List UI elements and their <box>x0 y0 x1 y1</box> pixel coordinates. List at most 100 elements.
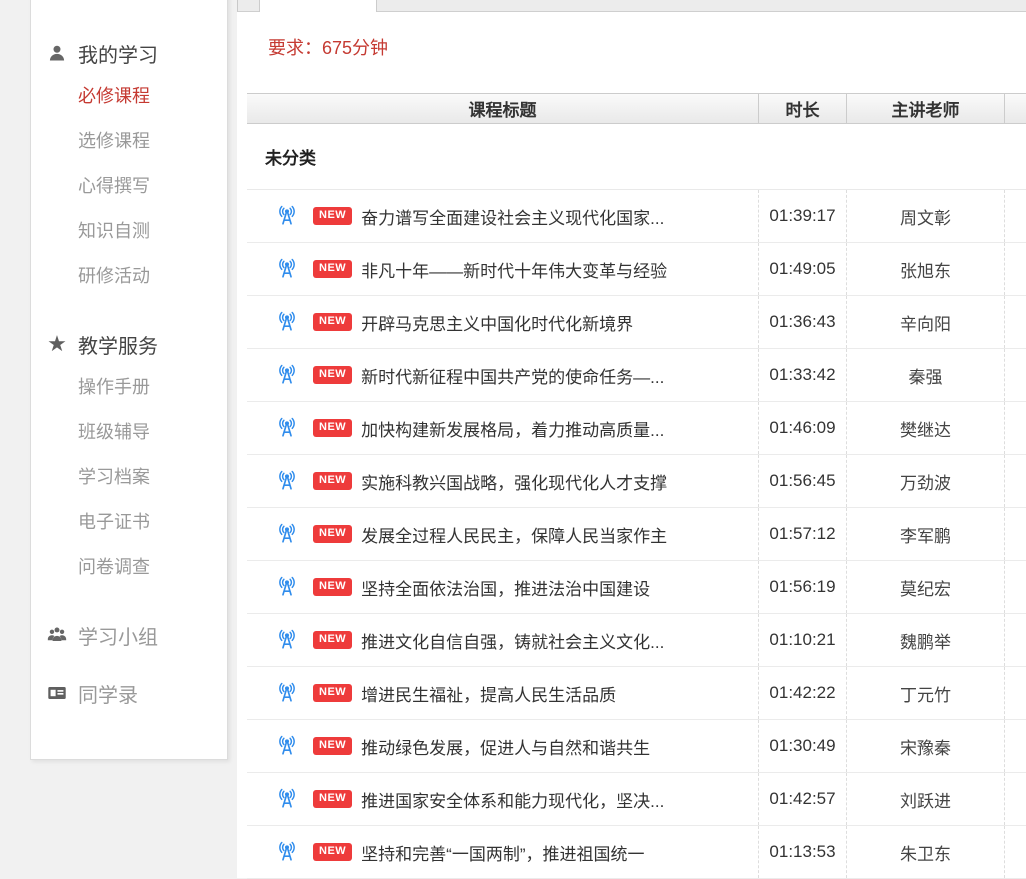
course-title-link[interactable]: 非凡十年——新时代十年伟大变革与经验 <box>361 257 667 282</box>
course-teacher: 万劲波 <box>846 455 1004 507</box>
course-teacher: 朱卫东 <box>846 826 1004 878</box>
course-duration: 01:13:53 <box>758 826 846 878</box>
main-content: 要求：675分钟 课程标题 时长 主讲老师 未分类 NE <box>237 0 1026 878</box>
course-duration: 01:42:57 <box>758 773 846 825</box>
tab-strip <box>237 0 1026 12</box>
course-teacher: 樊继达 <box>846 402 1004 454</box>
new-badge: NEW <box>313 843 352 861</box>
new-badge: NEW <box>313 366 352 384</box>
broadcast-icon <box>276 576 298 598</box>
new-badge: NEW <box>313 313 352 331</box>
course-title-link[interactable]: 坚持全面依法治国，推进法治中国建设 <box>361 575 650 600</box>
table-body: NEW 奋力谱写全面建设社会主义现代化国家... 01:39:17 周文彰 NE… <box>247 190 1026 879</box>
category-row: 未分类 <box>247 124 1026 190</box>
broadcast-icon <box>276 841 298 863</box>
course-title-link[interactable]: 发展全过程人民民主，保障人民当家作主 <box>361 522 667 547</box>
course-teacher: 丁元竹 <box>846 667 1004 719</box>
sidebar-item-study-group[interactable]: 学习小组 <box>31 622 227 648</box>
new-badge: NEW <box>313 684 352 702</box>
course-title-link[interactable]: 实施科教兴国战略，强化现代化人才支撑 <box>361 469 667 494</box>
course-teacher: 莫纪宏 <box>846 561 1004 613</box>
my-learning-items: 必修课程 选修课程 心得撰写 知识自测 研修活动 <box>31 74 227 299</box>
table-header-row: 课程标题 时长 主讲老师 <box>247 93 1026 124</box>
requirement-text: 要求：675分钟 <box>237 12 1026 93</box>
new-badge: NEW <box>313 737 352 755</box>
sidebar-item-manual[interactable]: 操作手册 <box>31 365 227 410</box>
course-title-link[interactable]: 推进文化自信自强，铸就社会主义文化... <box>361 628 664 653</box>
broadcast-icon <box>276 364 298 386</box>
new-badge: NEW <box>313 260 352 278</box>
sidebar-item-classmates[interactable]: 同学录 <box>31 680 227 706</box>
sidebar-section-teaching-services: ★ 教学服务 <box>31 331 227 357</box>
new-badge: NEW <box>313 578 352 596</box>
sidebar-item-knowledge-selftest[interactable]: 知识自测 <box>31 209 227 254</box>
sidebar-item-e-certificate[interactable]: 电子证书 <box>31 500 227 545</box>
sidebar-item-questionnaire[interactable]: 问卷调查 <box>31 545 227 590</box>
course-title-link[interactable]: 推进国家安全体系和能力现代化，坚决... <box>361 787 664 812</box>
course-teacher: 刘跃进 <box>846 773 1004 825</box>
table-row: NEW 增进民生福祉，提高人民生活品质 01:42:22 丁元竹 <box>247 667 1026 720</box>
course-duration: 01:30:49 <box>758 720 846 772</box>
table-row: NEW 非凡十年——新时代十年伟大变革与经验 01:49:05 张旭东 <box>247 243 1026 296</box>
sidebar-section-my-learning: 我的学习 <box>31 40 227 66</box>
extra-cell <box>1004 508 1026 560</box>
course-title-link[interactable]: 开辟马克思主义中国化时代化新境界 <box>361 310 633 335</box>
table-row: NEW 实施科教兴国战略，强化现代化人才支撑 01:56:45 万劲波 <box>247 455 1026 508</box>
course-title-link[interactable]: 新时代新征程中国共产党的使命任务—... <box>361 363 664 388</box>
course-title-cell: NEW 坚持全面依法治国，推进法治中国建设 <box>247 561 758 613</box>
extra-cell <box>1004 720 1026 772</box>
course-title-cell: NEW 推进国家安全体系和能力现代化，坚决... <box>247 773 758 825</box>
sidebar-item-required-courses[interactable]: 必修课程 <box>31 74 227 119</box>
sidebar-item-training-activities[interactable]: 研修活动 <box>31 254 227 299</box>
course-title-link[interactable]: 推动绿色发展，促进人与自然和谐共生 <box>361 734 650 759</box>
course-title-cell: NEW 新时代新征程中国共产党的使命任务—... <box>247 349 758 401</box>
course-title-cell: NEW 坚持和完善“一国两制”，推进祖国统一 <box>247 826 758 878</box>
table-row: NEW 坚持全面依法治国，推进法治中国建设 01:56:19 莫纪宏 <box>247 561 1026 614</box>
sidebar-item-learning-archive[interactable]: 学习档案 <box>31 455 227 500</box>
sidebar-item-elective-courses[interactable]: 选修课程 <box>31 119 227 164</box>
new-badge: NEW <box>313 790 352 808</box>
card-icon <box>45 681 69 705</box>
sidebar: 我的学习 必修课程 选修课程 心得撰写 知识自测 研修活动 ★ 教学服务 操作手… <box>30 0 228 760</box>
table-row: NEW 发展全过程人民民主，保障人民当家作主 01:57:12 李军鹏 <box>247 508 1026 561</box>
course-title-link[interactable]: 增进民生福祉，提高人民生活品质 <box>361 681 616 706</box>
course-title-link[interactable]: 奋力谱写全面建设社会主义现代化国家... <box>361 204 664 229</box>
course-title-cell: NEW 开辟马克思主义中国化时代化新境界 <box>247 296 758 348</box>
broadcast-icon <box>276 205 298 227</box>
broadcast-icon <box>276 682 298 704</box>
course-teacher: 张旭东 <box>846 243 1004 295</box>
course-title-link[interactable]: 加快构建新发展格局，着力推动高质量... <box>361 416 664 441</box>
sidebar-item-label: 学习小组 <box>78 621 158 650</box>
sidebar-item-reflection-writing[interactable]: 心得撰写 <box>31 164 227 209</box>
course-duration: 01:10:21 <box>758 614 846 666</box>
extra-cell <box>1004 190 1026 242</box>
broadcast-icon <box>276 629 298 651</box>
column-header-extra <box>1004 94 1026 123</box>
teaching-services-items: 操作手册 班级辅导 学习档案 电子证书 问卷调查 <box>31 365 227 590</box>
column-header-duration: 时长 <box>758 94 846 123</box>
active-tab[interactable] <box>259 0 377 12</box>
table-row: NEW 推动绿色发展，促进人与自然和谐共生 01:30:49 宋豫秦 <box>247 720 1026 773</box>
course-duration: 01:57:12 <box>758 508 846 560</box>
broadcast-icon <box>276 523 298 545</box>
group-icon <box>45 623 69 647</box>
course-title-cell: NEW 加快构建新发展格局，着力推动高质量... <box>247 402 758 454</box>
table-row: NEW 开辟马克思主义中国化时代化新境界 01:36:43 辛向阳 <box>247 296 1026 349</box>
broadcast-icon <box>276 470 298 492</box>
course-title-cell: NEW 奋力谱写全面建设社会主义现代化国家... <box>247 190 758 242</box>
extra-cell <box>1004 773 1026 825</box>
course-teacher: 魏鹏举 <box>846 614 1004 666</box>
new-badge: NEW <box>313 207 352 225</box>
extra-cell <box>1004 826 1026 878</box>
sidebar-section-label: 教学服务 <box>78 330 158 359</box>
course-teacher: 宋豫秦 <box>846 720 1004 772</box>
course-table: 课程标题 时长 主讲老师 未分类 NEW 奋力谱写全面建设社会主义现代化国家..… <box>247 93 1026 879</box>
course-title-link[interactable]: 坚持和完善“一国两制”，推进祖国统一 <box>361 840 644 865</box>
column-header-teacher: 主讲老师 <box>846 94 1004 123</box>
sidebar-item-class-tutoring[interactable]: 班级辅导 <box>31 410 227 455</box>
extra-cell <box>1004 349 1026 401</box>
extra-cell <box>1004 667 1026 719</box>
broadcast-icon <box>276 258 298 280</box>
broadcast-icon <box>276 735 298 757</box>
course-teacher: 辛向阳 <box>846 296 1004 348</box>
